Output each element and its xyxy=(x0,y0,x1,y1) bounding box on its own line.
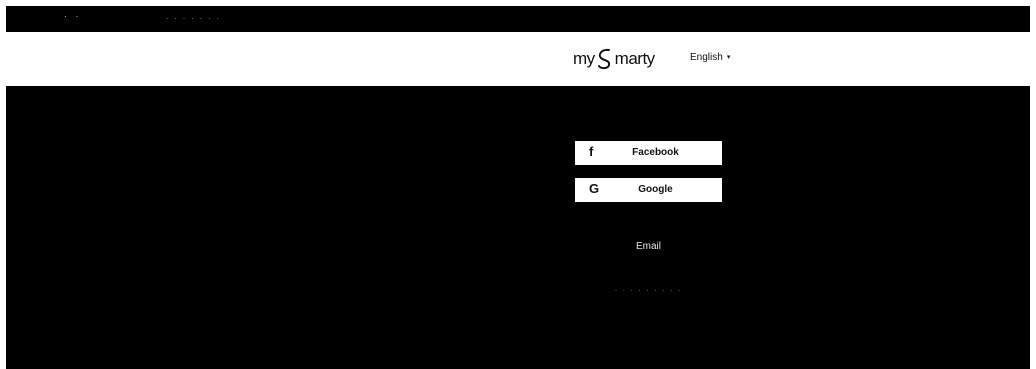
footnote-text: . . . . . . . . . xyxy=(614,286,683,293)
header: my marty English ▾ xyxy=(6,32,1030,86)
top-bar-icons: · · xyxy=(64,11,82,21)
top-bar-text: . . . . . . . xyxy=(166,12,221,21)
logo-swirl-icon xyxy=(597,48,610,70)
facebook-login-button[interactable]: f Facebook xyxy=(575,141,722,165)
logo-suffix: marty xyxy=(614,49,656,68)
google-login-label: Google xyxy=(638,184,673,195)
language-selector[interactable]: English ▾ xyxy=(690,52,730,63)
login-panel: f Facebook G Google Email . . . . . . . … xyxy=(6,86,1030,369)
app-frame: · · . . . . . . . my marty English ▾ f Fa… xyxy=(6,6,1030,369)
mysmarty-logo[interactable]: my marty xyxy=(573,46,655,72)
email-login-link[interactable]: Email xyxy=(575,241,722,252)
top-bar: · · . . . . . . . xyxy=(6,6,1030,32)
language-label: English xyxy=(690,52,723,63)
logo-prefix: my xyxy=(573,49,595,68)
caret-down-icon: ▾ xyxy=(726,54,731,61)
facebook-login-label: Facebook xyxy=(632,147,679,158)
google-login-button[interactable]: G Google xyxy=(575,178,722,202)
